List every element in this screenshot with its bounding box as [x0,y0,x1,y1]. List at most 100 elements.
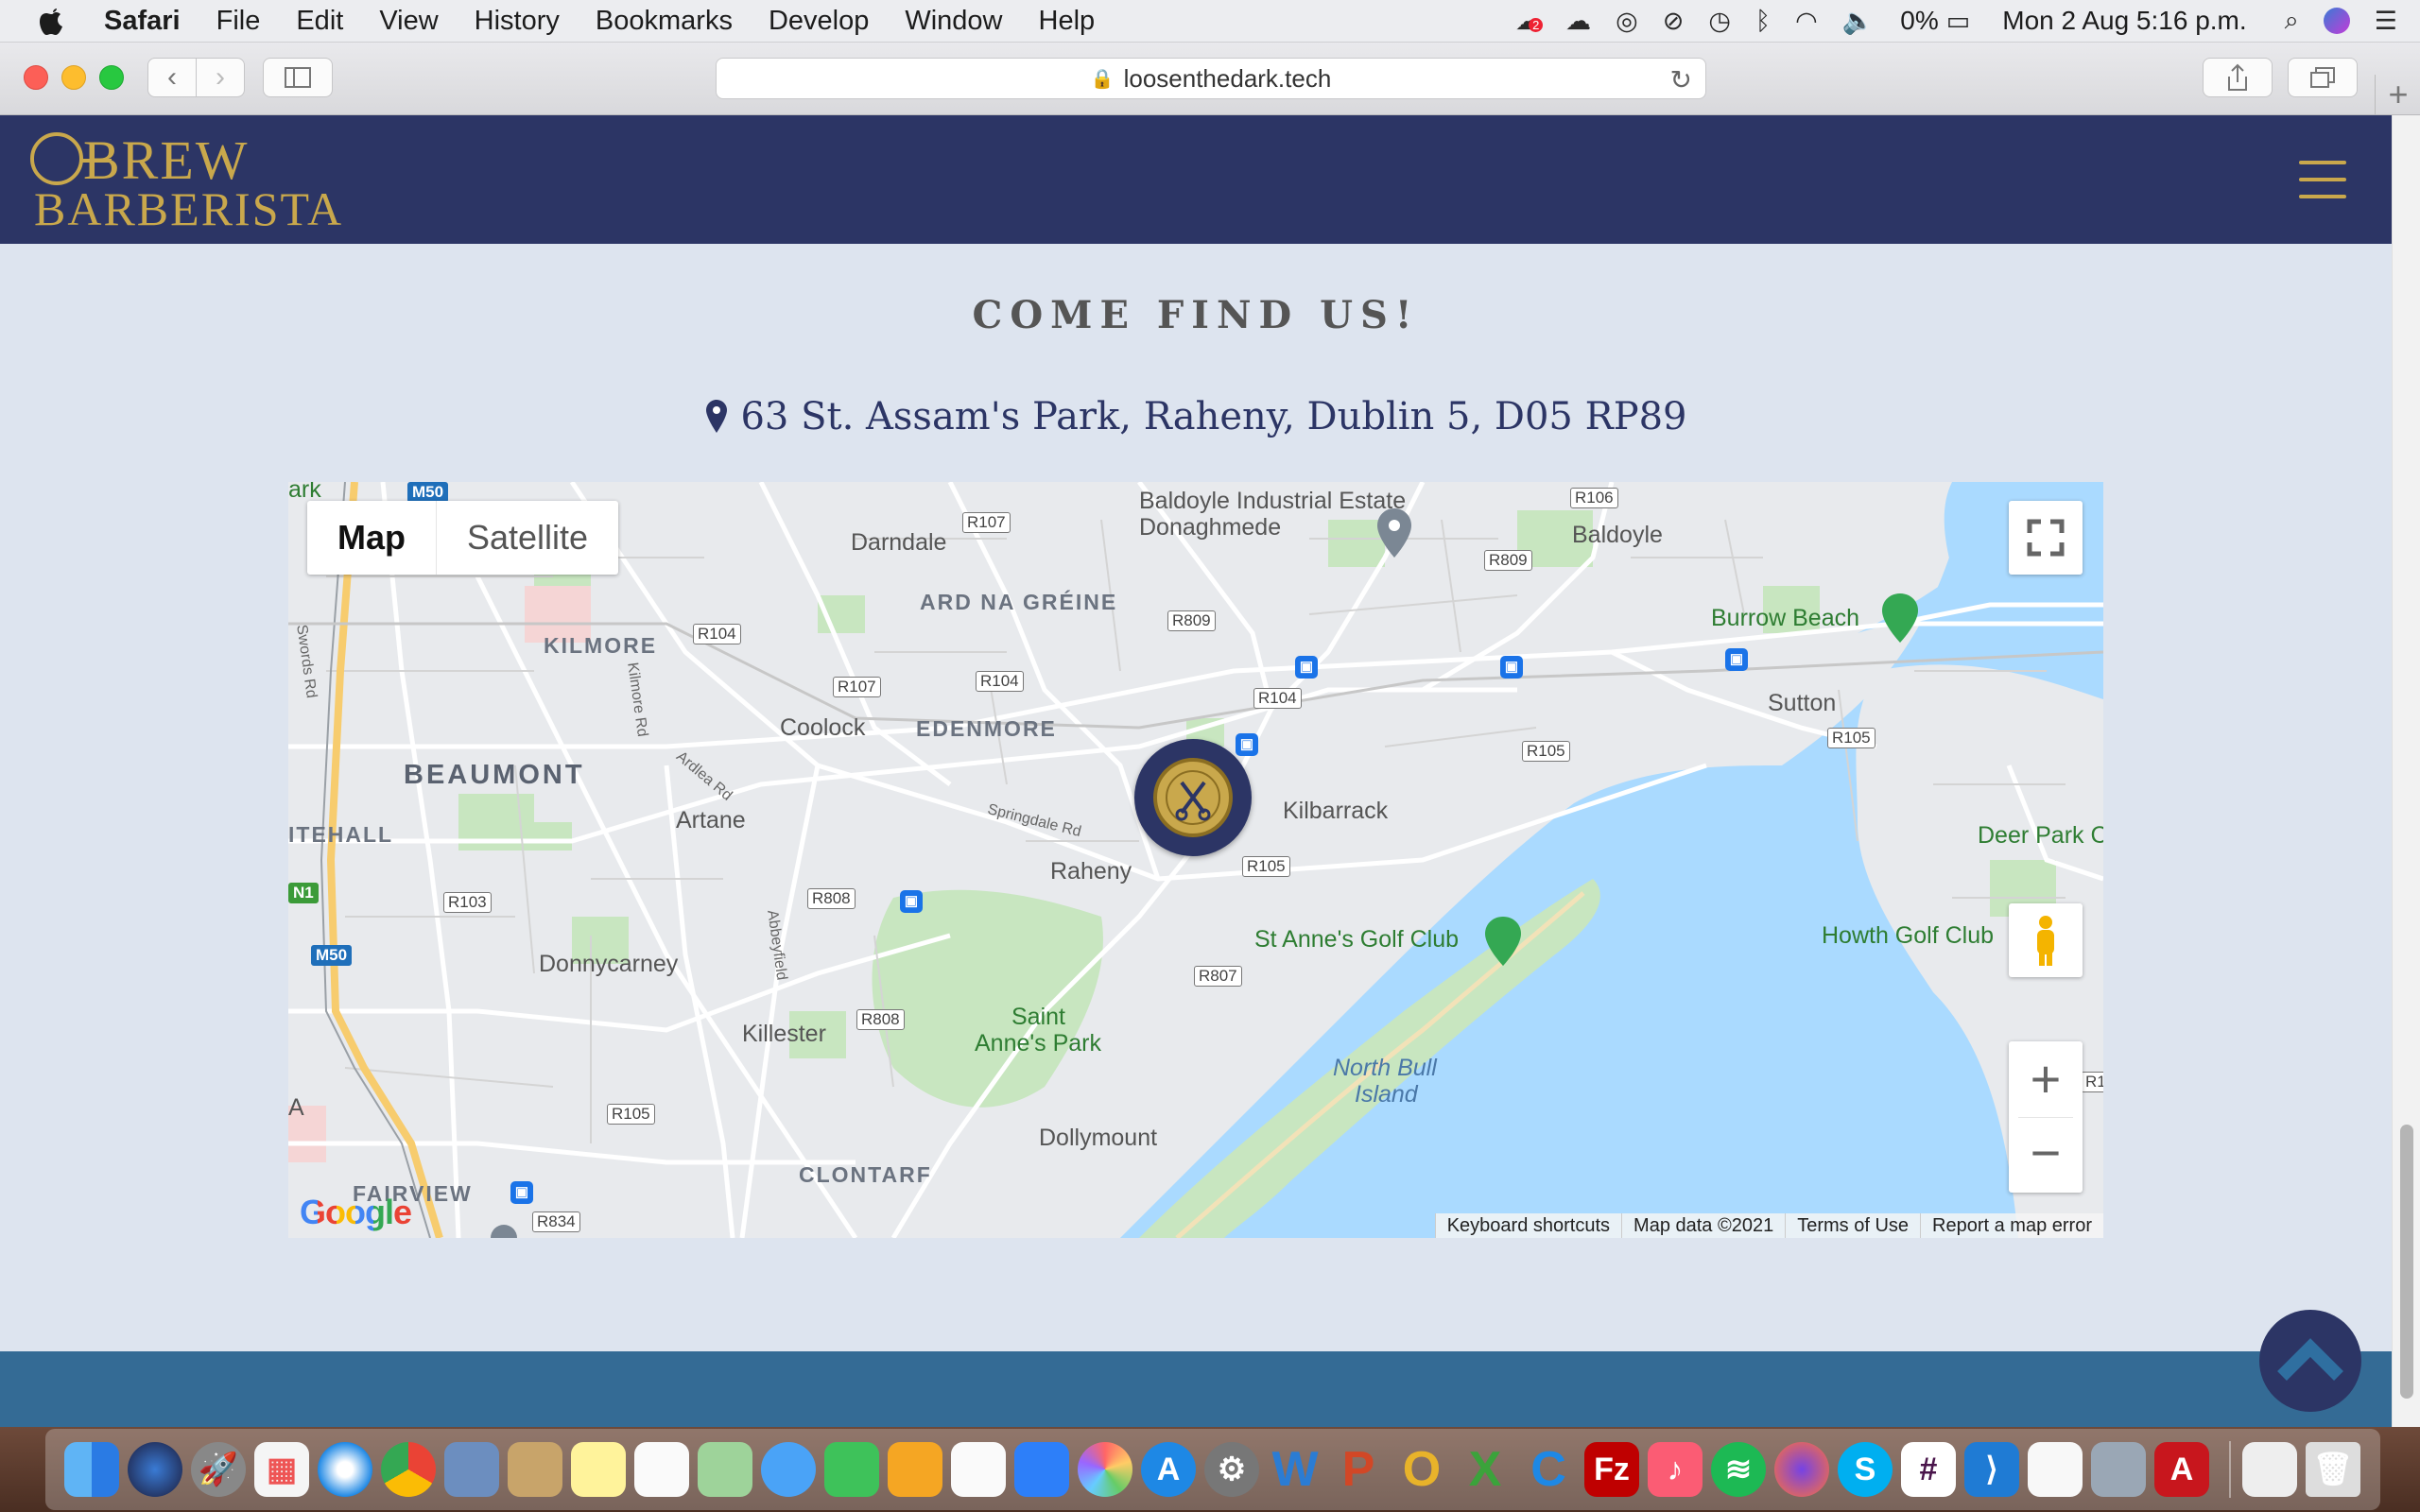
new-tab-button[interactable]: + [2375,75,2420,114]
bluetooth-icon[interactable]: ᛒ [1755,7,1771,36]
place-label[interactable]: Donnycarney [539,951,678,978]
music-icon[interactable]: ♪ [1648,1442,1703,1497]
spotlight-search-icon[interactable]: ⌕ [2285,6,2299,36]
sidebar-toggle-button[interactable] [263,58,333,97]
siri-dock-icon[interactable] [128,1442,182,1497]
keyboard-shortcuts-link[interactable]: Keyboard shortcuts [1434,1213,1621,1238]
keynote-icon[interactable] [1014,1442,1069,1497]
logo-text-barberista[interactable]: BARBERISTA [34,181,343,236]
photos-icon[interactable] [1078,1442,1132,1497]
terms-of-use-link[interactable]: Terms of Use [1785,1213,1920,1238]
downloads-stack-icon[interactable] [2242,1442,2297,1497]
reload-icon[interactable]: ↻ [1670,64,1692,95]
menu-edit[interactable]: Edit [296,6,343,37]
scroll-to-top-button[interactable] [2259,1310,2361,1412]
wifi-icon[interactable]: ◠ [1795,7,1818,36]
place-label[interactable]: EDENMORE [916,716,1057,742]
place-label[interactable]: Saint [1011,1004,1065,1031]
place-label[interactable]: Artane [676,807,746,834]
menu-history[interactable]: History [475,6,560,37]
excel-icon[interactable]: X [1458,1442,1512,1497]
place-label[interactable]: North Bull [1333,1055,1437,1082]
close-window-button[interactable] [24,65,48,90]
train-station-icon[interactable]: ▣ [1236,733,1258,756]
minimize-window-button[interactable] [61,65,86,90]
firefox-icon[interactable] [1774,1442,1829,1497]
finder-icon[interactable] [64,1442,119,1497]
place-label[interactable]: BEAUMONT [404,760,585,791]
filezilla-icon[interactable]: Fz [1584,1442,1639,1497]
creative-cloud-icon[interactable]: ☁ 2 [1515,7,1544,36]
zoom-out-button[interactable]: − [2009,1118,2083,1194]
battery-icon[interactable]: ▭ [1946,7,1971,36]
shop-location-marker[interactable] [1134,739,1252,856]
clock[interactable]: Mon 2 Aug 5:16 p.m. [2002,6,2246,36]
scrollbar-thumb[interactable] [2400,1125,2413,1399]
messages-icon[interactable] [761,1442,816,1497]
place-label[interactable]: Sutton [1768,690,1836,717]
page-scrollbar[interactable] [2392,115,2420,1429]
hamburger-menu-button[interactable] [2299,161,2346,198]
word-icon[interactable]: W [1268,1442,1322,1497]
place-label[interactable]: Baldoyle Industrial Estate [1139,488,1406,515]
maximize-window-button[interactable] [99,65,124,90]
do-not-disturb-icon[interactable]: ⊘ [1663,7,1685,36]
place-label[interactable]: ITEHALL [288,822,393,848]
train-station-icon[interactable]: ▣ [1500,656,1523,679]
train-station-icon[interactable]: ▣ [900,890,923,913]
trash-icon[interactable]: 🗑 [2306,1442,2360,1497]
place-label[interactable]: St Anne's Golf Club [1254,926,1459,954]
place-label[interactable]: Coolock [780,714,865,742]
acrobat-icon[interactable]: A [2154,1442,2209,1497]
slack-icon[interactable]: # [1901,1442,1956,1497]
place-label[interactable]: Darndale [851,529,946,557]
place-label[interactable]: Raheny [1050,858,1132,885]
map-type-map-button[interactable]: Map [307,501,437,575]
menu-help[interactable]: Help [1039,6,1096,37]
menu-view[interactable]: View [379,6,438,37]
system-preferences-icon[interactable]: ⚙ [1204,1442,1259,1497]
app-store-icon[interactable]: A [1141,1442,1196,1497]
place-label[interactable]: Howth Golf Club [1822,922,1994,950]
app-menu-safari[interactable]: Safari [104,6,181,37]
train-station-icon[interactable]: ▣ [1725,648,1748,671]
notification-center-icon[interactable]: ☰ [2375,7,2397,36]
share-button[interactable] [2203,58,2273,97]
textedit-icon[interactable] [2028,1442,2083,1497]
tabs-overview-button[interactable] [2288,58,2358,97]
place-label[interactable]: KILMORE [544,633,657,659]
menu-file[interactable]: File [216,6,261,37]
report-map-error-link[interactable]: Report a map error [1920,1213,2103,1238]
time-machine-icon[interactable]: ◷ [1708,7,1731,36]
maps-icon[interactable] [698,1442,752,1497]
train-station-icon[interactable]: ▣ [1295,656,1318,679]
apple-icon[interactable] [38,5,66,37]
place-label[interactable]: ARD NA GRÉINE [920,590,1117,615]
reminders-icon[interactable] [634,1442,689,1497]
safari-dock-icon[interactable] [318,1442,372,1497]
menu-window[interactable]: Window [905,6,1002,37]
volume-icon[interactable]: 🔈 [1842,6,1875,36]
train-station-icon[interactable]: ▣ [510,1181,533,1204]
spotify-icon[interactable]: ≋ [1711,1442,1766,1497]
place-label[interactable]: Killester [742,1021,826,1048]
place-label[interactable]: Island [1355,1081,1418,1108]
logo-emblem-icon[interactable] [30,132,83,185]
place-label[interactable]: Dollymount [1039,1125,1157,1152]
place-label[interactable]: Anne's Park [975,1030,1101,1057]
sync-icon[interactable]: ◎ [1616,7,1638,36]
place-label[interactable]: Kilbarrack [1283,798,1388,825]
google-map[interactable]: Baldoyle Industrial Estate Donaghmede Ba… [288,482,2103,1238]
place-label[interactable]: Deer Park C [1978,822,2103,850]
place-label[interactable]: Burrow Beach [1711,605,1859,632]
street-view-pegman-button[interactable] [2009,903,2083,977]
menu-bookmarks[interactable]: Bookmarks [596,6,733,37]
pages-icon[interactable] [888,1442,942,1497]
preview-icon[interactable] [444,1442,499,1497]
facetime-icon[interactable] [824,1442,879,1497]
image-capture-icon[interactable] [2091,1442,2146,1497]
outlook-icon[interactable]: O [1394,1442,1449,1497]
map-type-satellite-button[interactable]: Satellite [437,501,618,575]
contacts-icon[interactable] [508,1442,562,1497]
fullscreen-button[interactable] [2009,501,2083,575]
